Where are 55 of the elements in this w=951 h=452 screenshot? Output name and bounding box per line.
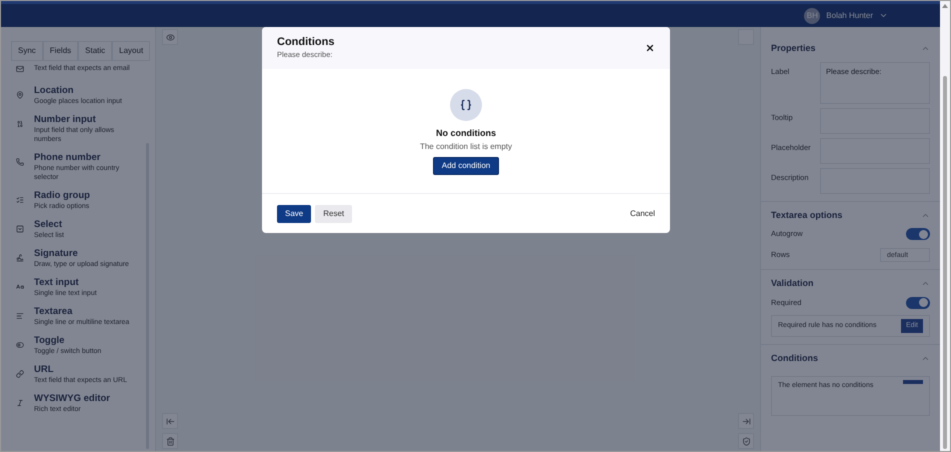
section-title: Properties: [771, 42, 816, 55]
cancel-button[interactable]: Cancel: [630, 208, 655, 220]
preview-button[interactable]: [162, 29, 178, 45]
field-type-title[interactable]: Number input: [34, 114, 134, 126]
user-name[interactable]: Bolah Hunter: [826, 10, 873, 22]
field-type-icon: [16, 370, 24, 378]
close-icon[interactable]: [645, 43, 655, 53]
section-title: Conditions: [771, 352, 818, 365]
dialog-title: Conditions: [277, 36, 334, 49]
field-type-icon: [16, 283, 24, 291]
chevron-icon[interactable]: [879, 11, 888, 20]
field-type-title[interactable]: Radio group: [34, 190, 134, 202]
empty-title: No conditions: [436, 127, 496, 140]
field-type-icon: [16, 91, 24, 99]
field-type-title[interactable]: Textarea: [34, 306, 134, 318]
toggle-switch[interactable]: [906, 296, 930, 308]
empty-state-icon: [450, 89, 482, 121]
field-type-icon: [16, 312, 24, 320]
field-type-title[interactable]: Location: [34, 85, 134, 97]
sidebar-tab[interactable]: Static: [78, 41, 112, 61]
field-type-title[interactable]: Toggle: [34, 335, 134, 347]
field-type-title[interactable]: Text input: [34, 277, 134, 289]
trash-icon: [166, 436, 174, 446]
section-title: Textarea options: [771, 208, 842, 222]
field-type-icon: [16, 196, 24, 204]
save-button[interactable]: Save: [277, 204, 312, 222]
section-title: Validation: [771, 277, 814, 290]
arrow-left-icon: [166, 416, 174, 426]
sidebar-tab[interactable]: Layout: [112, 41, 150, 61]
scrollbar[interactable]: [940, 1, 950, 451]
field-type-icon: [16, 341, 24, 349]
field-type-title[interactable]: WYSIWYG editor: [34, 393, 134, 405]
field-type-title[interactable]: Signature: [34, 248, 134, 260]
reset-button[interactable]: Reset: [315, 204, 352, 222]
delete-button[interactable]: [162, 433, 178, 449]
field-type-title[interactable]: Phone number: [34, 152, 134, 164]
field-type-icon: [16, 254, 24, 262]
collapse-right-button[interactable]: [738, 413, 754, 429]
eye-icon: [166, 32, 174, 42]
toggle-switch[interactable]: [906, 228, 930, 240]
add-condition-button[interactable]: Add condition: [432, 156, 500, 174]
sidebar-tab[interactable]: Fields: [42, 41, 78, 61]
field-type-icon: [16, 65, 24, 73]
field-type-icon: [16, 158, 24, 166]
field-type-title[interactable]: URL: [34, 364, 134, 376]
field-type-icon: [16, 120, 24, 128]
field-type-icon: [16, 399, 24, 407]
field-type-title[interactable]: Select: [34, 219, 134, 231]
shield-icon: [742, 436, 750, 446]
collapse-left-button[interactable]: [162, 413, 178, 429]
shield-button[interactable]: [738, 433, 754, 449]
sidebar-tab[interactable]: Sync: [11, 41, 43, 61]
empty-text: The condition list is empty: [420, 140, 512, 152]
arrow-right-icon: [742, 416, 750, 426]
field-type-icon: [16, 225, 24, 233]
